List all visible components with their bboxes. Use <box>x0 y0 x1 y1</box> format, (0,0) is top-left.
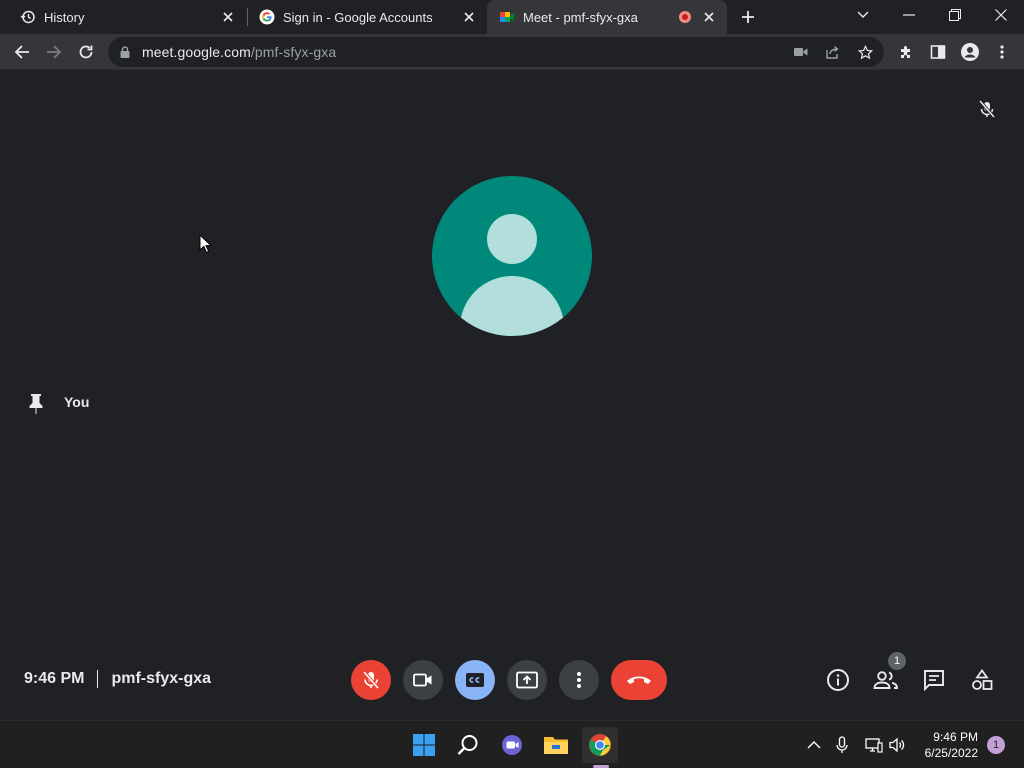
browser-toolbar: meet.google.com/pmf-sfyx-gxa <box>0 34 1024 70</box>
mic-off-icon <box>362 670 380 690</box>
start-button[interactable] <box>406 727 442 763</box>
volume-icon[interactable] <box>888 735 908 755</box>
new-tab-button[interactable] <box>736 5 760 29</box>
leave-call-button[interactable] <box>611 660 667 700</box>
activities-icon <box>972 669 993 690</box>
url-text: meet.google.com/pmf-sfyx-gxa <box>142 44 336 60</box>
participant-count-badge: 1 <box>888 652 906 670</box>
more-vert-icon <box>577 672 581 688</box>
camera-icon <box>413 673 432 687</box>
close-window-button[interactable] <box>978 0 1024 30</box>
people-icon <box>873 671 898 689</box>
tab-history[interactable]: History <box>0 0 246 34</box>
close-icon[interactable] <box>220 9 236 25</box>
activities-button[interactable] <box>968 666 996 694</box>
tab-title: Sign in - Google Accounts <box>283 9 433 25</box>
folder-icon <box>544 737 568 754</box>
participant-name: You <box>64 394 90 410</box>
mic-off-indicator-icon <box>976 98 998 120</box>
profile-icon[interactable] <box>954 36 986 68</box>
toggle-camera-button[interactable] <box>403 660 443 700</box>
chat-button[interactable] <box>920 666 948 694</box>
divider <box>97 670 99 688</box>
avatar-head <box>487 214 537 264</box>
toggle-microphone-button[interactable] <box>351 660 391 700</box>
captions-button[interactable] <box>455 660 495 700</box>
chat-icon <box>924 670 944 691</box>
chrome-taskbar-button[interactable] <box>582 727 618 763</box>
meet-icon <box>499 9 515 25</box>
taskbar-clock[interactable]: 9:46 PM 6/25/2022 <box>918 729 978 761</box>
side-panel-icon[interactable] <box>922 36 954 68</box>
reload-button[interactable] <box>70 36 102 68</box>
bookmark-star-icon[interactable] <box>854 41 876 63</box>
tab-strip: History Sign in - Google Accounts Meet -… <box>0 0 1024 34</box>
avatar-body <box>460 276 564 336</box>
tab-title: History <box>44 9 85 25</box>
extensions-icon[interactable] <box>890 36 922 68</box>
url-host: meet.google.com <box>142 44 251 60</box>
windows-taskbar: 9:46 PM 6/25/2022 1 <box>0 720 1024 768</box>
pin-icon[interactable] <box>26 392 46 414</box>
captions-icon <box>466 673 484 687</box>
chrome-icon <box>589 734 611 756</box>
address-bar[interactable]: meet.google.com/pmf-sfyx-gxa <box>108 37 884 67</box>
present-icon <box>516 671 538 689</box>
tab-title: Meet - pmf-sfyx-gxa <box>523 9 638 25</box>
notification-badge[interactable]: 1 <box>987 736 1005 754</box>
show-hidden-icons-button[interactable] <box>804 735 824 755</box>
back-button[interactable] <box>6 36 38 68</box>
current-time: 9:46 PM <box>24 670 85 687</box>
present-screen-button[interactable] <box>507 660 547 700</box>
recording-icon <box>679 11 691 23</box>
restore-button[interactable] <box>932 0 978 30</box>
minimize-button[interactable] <box>886 0 932 30</box>
search-button[interactable] <box>450 727 486 763</box>
close-icon[interactable] <box>701 9 717 25</box>
meeting-info: 9:46 PM pmf-sfyx-gxa <box>24 670 211 688</box>
taskbar-date: 6/25/2022 <box>924 746 978 760</box>
teams-chat-button[interactable] <box>494 727 530 763</box>
windows-logo-icon <box>413 734 435 756</box>
taskbar-time: 9:46 PM <box>933 730 978 744</box>
url-path: /pmf-sfyx-gxa <box>250 44 337 60</box>
meeting-details-button[interactable] <box>824 666 852 694</box>
share-icon[interactable] <box>822 41 844 63</box>
network-icon[interactable] <box>864 735 884 755</box>
history-icon <box>20 9 36 25</box>
google-icon <box>259 9 275 25</box>
browser-menu-icon[interactable] <box>986 36 1018 68</box>
lock-icon[interactable] <box>120 46 134 58</box>
forward-button[interactable] <box>38 36 70 68</box>
meet-stage: You 9:46 PM pmf-sfyx-gxa 1 <box>0 70 1024 720</box>
tab-google-accounts[interactable]: Sign in - Google Accounts <box>239 0 487 34</box>
info-icon <box>827 669 849 691</box>
participant-avatar <box>432 176 592 336</box>
meeting-code: pmf-sfyx-gxa <box>111 670 212 687</box>
close-icon[interactable] <box>461 9 477 25</box>
microphone-tray-icon[interactable] <box>832 735 852 755</box>
camera-in-use-icon[interactable] <box>790 41 812 63</box>
file-explorer-button[interactable] <box>538 727 574 763</box>
end-call-icon <box>627 676 651 684</box>
search-icon <box>457 735 478 755</box>
tab-meet[interactable]: Meet - pmf-sfyx-gxa <box>487 0 727 34</box>
chat-app-icon <box>502 735 522 755</box>
tab-search-button[interactable] <box>840 0 886 30</box>
more-options-button[interactable] <box>559 660 599 700</box>
mouse-cursor-icon <box>199 233 213 254</box>
people-button[interactable] <box>872 666 900 694</box>
